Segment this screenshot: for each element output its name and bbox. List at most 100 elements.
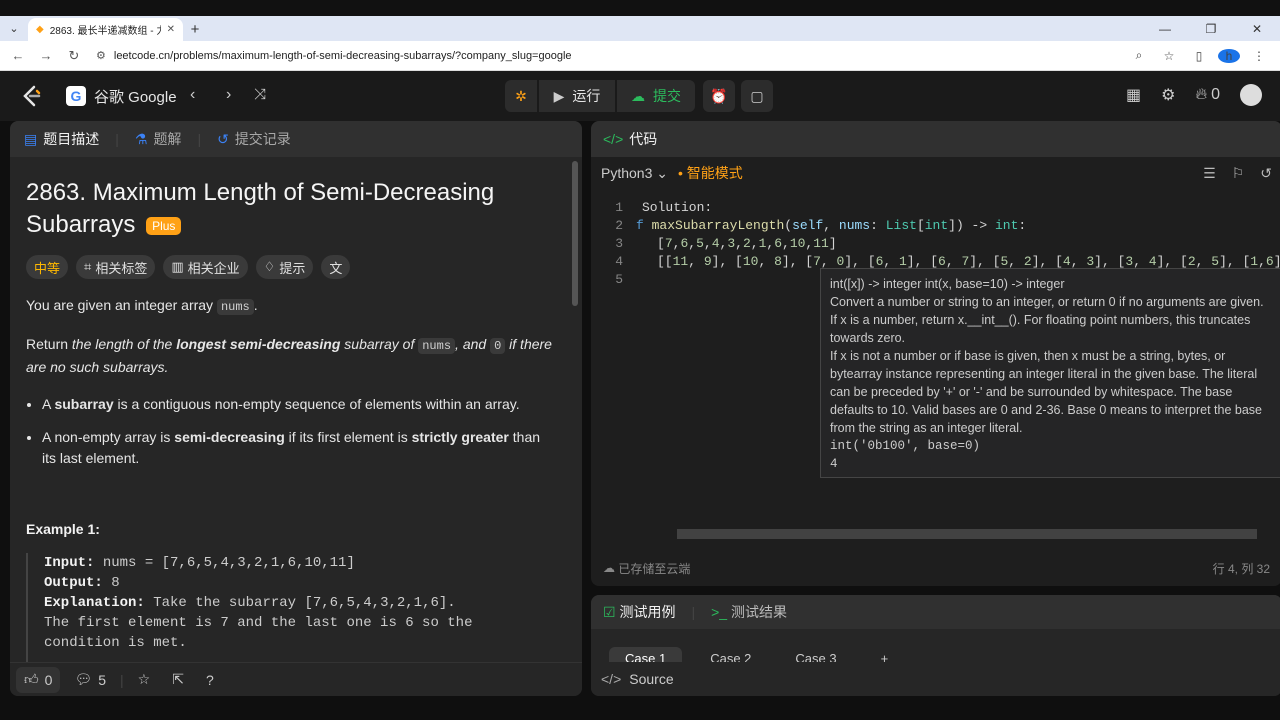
alarm-icon[interactable]: ⏰ <box>703 80 735 112</box>
language-select[interactable]: Python3 ⌄ <box>601 165 668 182</box>
problem-panel: ▤ 题目描述 | ⚗ 题解 | ↺ 提交记录 2863. Maximum Length… <box>10 121 582 696</box>
star-icon: ☆ <box>137 671 151 687</box>
checkbox-icon: ☑ <box>603 604 616 620</box>
share-icon: ⇱ <box>172 671 184 687</box>
run-button[interactable]: ▶ 运行 <box>539 80 615 112</box>
browser-tab[interactable]: ◆ 2863. 最长半递减数组 - 力扣 ✕ <box>28 18 183 41</box>
help-button[interactable]: ? <box>198 667 222 693</box>
line-number: 5 <box>615 272 623 287</box>
note-icon[interactable]: ▢ <box>741 80 773 112</box>
browser-menu-icon[interactable]: ⋮ <box>1248 49 1270 63</box>
smart-mode-label: 智能模式 <box>686 165 743 181</box>
close-tab-icon[interactable]: ✕ <box>167 24 175 35</box>
line-number: 4 <box>615 254 623 269</box>
shuffle-icon[interactable]: ⤨ <box>254 86 266 103</box>
smart-mode-toggle[interactable]: • 智能模式 <box>678 163 743 183</box>
tab-solutions[interactable]: ⚗ 题解 <box>135 129 182 149</box>
layout-grid-icon[interactable]: ▦ <box>1126 85 1141 105</box>
company-label[interactable]: 谷歌 Google <box>94 86 177 107</box>
browser-tabstrip: ⌄ ◆ 2863. 最长半递减数组 - 力扣 ✕ + <box>0 16 1280 41</box>
example-block: Input: nums = [7,6,5,4,3,2,1,6,10,11] Ou… <box>26 553 561 663</box>
bookmark-icon[interactable]: ⚐ <box>1232 165 1245 182</box>
source-label: Source <box>629 671 674 687</box>
prev-problem-icon[interactable]: ‹ <box>190 86 195 104</box>
code-header-label: 代码 <box>629 131 658 147</box>
hover-tooltip: int([x]) -> integer int(x, base=10) -> i… <box>820 268 1280 478</box>
saved-status: 已存储至云端 <box>618 561 691 576</box>
tab-solutions-label: 题解 <box>153 131 182 147</box>
code-toolbar: Python3 ⌄ • 智能模式 ☰ ⚐ ↺ <box>591 157 1280 189</box>
problem-tags: 中等 ⌗ 相关标签 ▥ 相关企业 ♢ 提示 文 <box>26 255 351 279</box>
desc-paragraph-2: Return the length of the longest semi-de… <box>26 336 552 375</box>
problem-footer: 👍︎ 0 💬︎ 5 | ☆ ⇱ ? <box>10 662 582 696</box>
sidepanel-icon[interactable]: ▯ <box>1188 49 1210 63</box>
submit-button[interactable]: ☁ 提交 <box>617 80 695 112</box>
minimize-icon[interactable]: — <box>1142 16 1188 41</box>
format-icon[interactable]: ☰ <box>1203 165 1216 182</box>
translate-button[interactable]: 文 <box>321 255 351 279</box>
run-label: 运行 <box>572 88 601 104</box>
site-info-icon[interactable]: ⚙ <box>96 49 106 62</box>
zoom-icon[interactable]: ⌕ <box>1128 48 1150 63</box>
debug-icon[interactable]: ✲ <box>505 80 537 112</box>
restore-icon[interactable]: ❐ <box>1188 16 1234 41</box>
tooltip-signature: int([x]) -> integer int(x, base=10) -> i… <box>830 277 1065 291</box>
thumbs-up-icon: 👍︎ <box>24 671 39 687</box>
list-item: A non-empty array is semi-decreasing if … <box>42 427 556 469</box>
problem-title-text: 2863. Maximum Length of Semi-Decreasing … <box>26 179 495 238</box>
hints-button[interactable]: ♢ 提示 <box>255 255 314 279</box>
reset-icon[interactable]: ↺ <box>1260 165 1272 182</box>
reload-icon[interactable]: ↻ <box>62 44 86 68</box>
tab-test-results[interactable]: >_ 测试结果 <box>711 602 787 622</box>
related-tags-label: 相关标签 <box>95 260 148 276</box>
line-number: 3 <box>615 236 623 251</box>
tab-testcases[interactable]: ☑ 测试用例 <box>603 602 675 622</box>
window-top-edge <box>0 0 1280 16</box>
close-window-icon[interactable]: ✕ <box>1234 16 1280 41</box>
tooltip-paragraph: If x is not a number or if base is given… <box>830 349 1262 435</box>
next-problem-icon[interactable]: › <box>226 86 231 104</box>
tab-submissions[interactable]: ↺ 提交记录 <box>217 129 291 149</box>
code-footer: ☁ 已存储至云端 行 4, 列 32 <box>591 550 1280 586</box>
related-tags-button[interactable]: ⌗ 相关标签 <box>76 255 156 279</box>
address-bar: ← → ↻ ⚙ leetcode.cn/problems/maximum-len… <box>0 41 1280 71</box>
window-controls: — ❐ ✕ <box>1142 16 1280 41</box>
difficulty-label: 中等 <box>34 260 61 276</box>
related-companies-button[interactable]: ▥ 相关企业 <box>163 255 248 279</box>
user-avatar[interactable] <box>1240 84 1262 106</box>
url-field[interactable]: ⚙ leetcode.cn/problems/maximum-length-of… <box>90 44 1124 68</box>
comment-count: 5 <box>98 671 107 688</box>
chevron-down-icon: ⌄ <box>656 164 668 181</box>
back-icon[interactable]: ← <box>6 44 30 68</box>
profile-avatar[interactable]: h <box>1218 48 1240 63</box>
code-icon: </> <box>601 671 622 687</box>
tooltip-code: int('0b100', base=0) <box>830 439 981 453</box>
difficulty-badge: 中等 <box>26 255 69 279</box>
scrollbar-thumb[interactable] <box>572 161 578 306</box>
like-button[interactable]: 👍︎ 0 <box>16 666 61 693</box>
flask-icon: ⚗ <box>134 130 148 147</box>
description-scrollbar[interactable] <box>572 161 578 661</box>
settings-gear-icon[interactable]: ⚙ <box>1161 85 1175 105</box>
new-tab-button[interactable]: + <box>183 17 207 41</box>
problem-title[interactable]: 2863. Maximum Length of Semi-Decreasing … <box>26 177 546 241</box>
source-bar[interactable]: </> Source <box>591 662 1280 696</box>
forward-icon[interactable]: → <box>34 44 58 68</box>
topbar-right: ▦ ⚙ 🔥︎ 0 <box>1126 84 1262 106</box>
fire-streak[interactable]: 🔥︎ 0 <box>1195 86 1220 104</box>
test-panel: ☑ 测试用例 | >_ 测试结果 Case 1 Case 2 Case 3 + … <box>591 595 1280 696</box>
bookmark-star-icon[interactable]: ☆ <box>1158 49 1180 63</box>
play-icon: ▶ <box>553 87 565 104</box>
favorite-button[interactable]: ☆ <box>130 667 159 693</box>
problem-tabs: ▤ 题目描述 | ⚗ 题解 | ↺ 提交记录 <box>10 121 582 157</box>
tooltip-result: 4 <box>830 457 838 471</box>
comments-button[interactable]: 💬︎ 5 <box>66 667 114 693</box>
share-button[interactable]: ⇱ <box>164 667 192 693</box>
leetcode-logo-icon[interactable] <box>20 84 44 108</box>
tab-title: 2863. 最长半递减数组 - 力扣 <box>49 26 161 37</box>
editor-horizontal-scrollbar[interactable] <box>677 529 1257 539</box>
google-logo-icon: G <box>66 86 86 106</box>
tab-description[interactable]: ▤ 题目描述 <box>24 129 99 149</box>
fire-count: 0 <box>1211 86 1220 103</box>
tab-search-icon[interactable]: ⌄ <box>0 16 28 41</box>
